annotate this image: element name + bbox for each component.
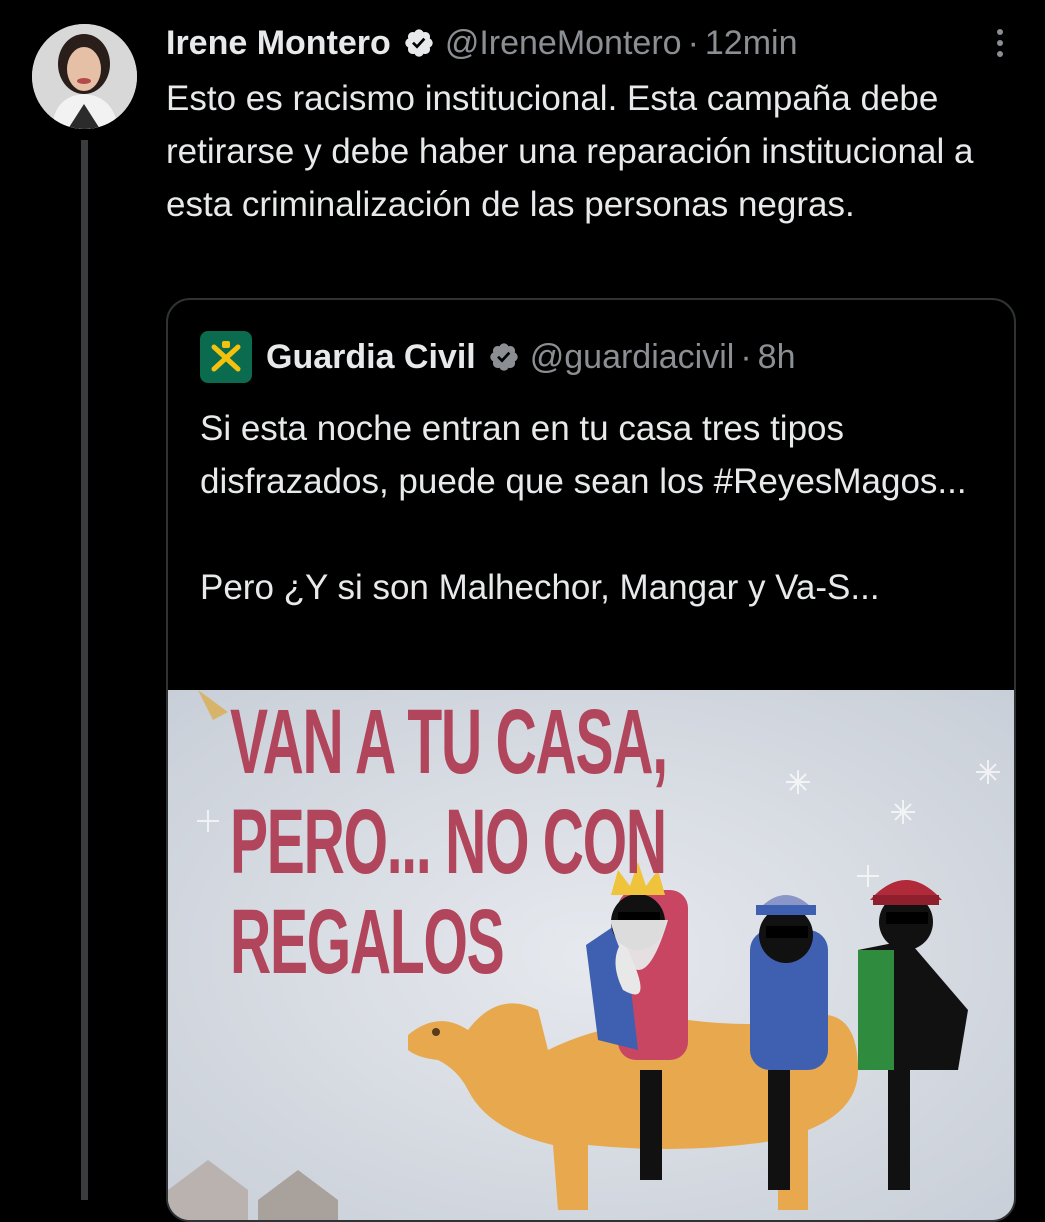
timestamp[interactable]: 12min <box>705 24 798 63</box>
thread-line <box>81 140 88 1200</box>
quoted-text-paragraph-2: Pero ¿Y si son Malhechor, Mangar y Va-S.… <box>200 568 880 607</box>
poster-title-line-2: PERO... NO CON <box>230 791 667 893</box>
author-handle[interactable]: @IreneMontero <box>445 24 682 63</box>
poster-title: VAN A TU CASA, PERO... NO CON REGALOS <box>230 691 668 993</box>
avatar-photo <box>32 24 137 129</box>
quoted-tweet-image[interactable]: VAN A TU CASA, PERO... NO CON REGALOS <box>168 690 1014 1220</box>
verified-badge-icon <box>405 29 433 57</box>
author-name[interactable]: Irene Montero <box>166 24 391 63</box>
quoted-tweet-header: Guardia Civil @guardiacivil · 8h <box>200 331 796 383</box>
separator-dot: · <box>687 23 699 62</box>
quoted-author-handle[interactable]: @guardiacivil <box>530 338 735 377</box>
guardia-civil-logo <box>200 331 252 383</box>
poster-title-line-1: VAN A TU CASA, <box>230 691 668 793</box>
verified-badge-icon <box>490 343 518 371</box>
quoted-tweet-text: Si esta noche entran en tu casa tres tip… <box>200 402 980 614</box>
tweet-text: Esto es racismo institucional. Esta camp… <box>166 79 974 224</box>
separator-dot: · <box>740 337 752 376</box>
poster-title-line-3: REGALOS <box>230 891 505 993</box>
avatar[interactable] <box>32 24 137 129</box>
quoted-timestamp[interactable]: 8h <box>758 338 796 377</box>
quoted-tweet[interactable]: Guardia Civil @guardiacivil · 8h Si esta… <box>166 298 1016 1222</box>
tweet-header: Irene Montero @IreneMontero · 12min <box>166 18 1025 68</box>
quoted-author-name[interactable]: Guardia Civil <box>266 338 476 377</box>
more-options-icon[interactable] <box>993 24 1007 64</box>
quoted-text-paragraph-1: Si esta noche entran en tu casa tres tip… <box>200 409 967 501</box>
